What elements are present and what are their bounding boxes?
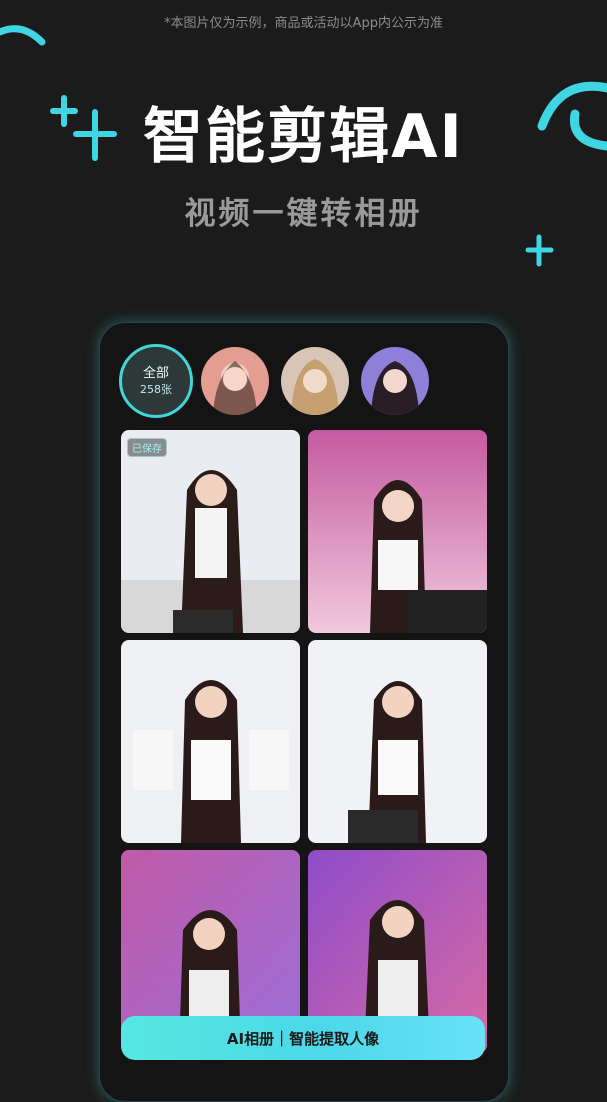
photo-thumb-3[interactable] (121, 640, 300, 843)
person-avatar-1[interactable] (201, 347, 269, 415)
ai-album-button[interactable]: AI相册｜智能提取人像 (121, 1016, 485, 1060)
photo-thumb-2[interactable] (308, 430, 487, 633)
disclaimer-text: *本图片仅为示例，商品或活动以App内公示为准 (164, 16, 443, 31)
filter-all-label: 全部 (142, 366, 169, 381)
saved-badge: 已保存 (127, 438, 167, 457)
photo-thumb-1[interactable]: 已保存 (121, 430, 300, 633)
page-title: 智能剪辑AI (143, 102, 464, 172)
filter-all-count: 258张 (140, 383, 172, 396)
person-avatar-3[interactable] (361, 347, 429, 415)
phone-mockup: 全部 258张 已保存 AI相册｜智能提取人像 (99, 322, 509, 1102)
filter-all-button[interactable]: 全部 258张 (119, 344, 193, 418)
page-subtitle: 视频一键转相册 (184, 196, 423, 232)
photo-thumb-4[interactable] (308, 640, 487, 843)
person-avatar-2[interactable] (281, 347, 349, 415)
plus-icon (525, 234, 554, 267)
person-filter-bar: 全部 258张 (119, 344, 499, 418)
